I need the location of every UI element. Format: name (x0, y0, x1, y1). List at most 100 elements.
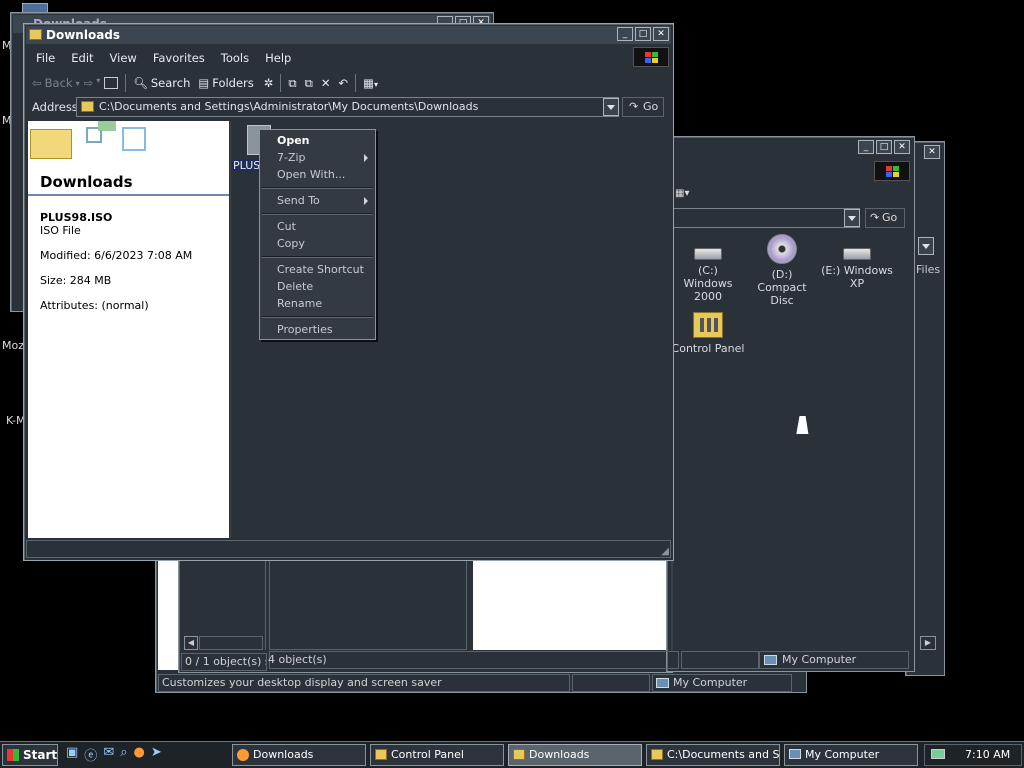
task-downloads-2[interactable]: Downloads (508, 744, 642, 766)
undo-icon[interactable]: ↶ (338, 76, 348, 90)
minimize-button[interactable]: _ (617, 27, 633, 41)
forward-button[interactable]: ⇨ ▾ (84, 76, 101, 90)
address-field[interactable] (673, 208, 860, 228)
menu-item-7zip[interactable]: 7-Zip (261, 149, 374, 166)
drive-d[interactable]: (D:) Compact Disc (747, 234, 817, 307)
menu-item-create-shortcut[interactable]: Create Shortcut (261, 261, 374, 278)
computer-icon (789, 749, 801, 759)
drive-e[interactable]: (E:) Windows XP (821, 242, 893, 290)
back-label: Back (44, 76, 73, 90)
menu-favorites[interactable]: Favorites (145, 48, 213, 68)
downloads-status-bar (26, 540, 671, 558)
menu-item-send-to-label: Send To (277, 194, 320, 207)
menu-item-open[interactable]: Open (261, 132, 374, 149)
go-label: Go (882, 211, 898, 224)
status-spacer (572, 674, 650, 692)
move-to-icon[interactable]: ⧉ (288, 76, 296, 91)
close-button[interactable]: ✕ (894, 140, 910, 154)
resize-grip-icon[interactable]: ◢ (661, 546, 669, 557)
menu-item-send-to[interactable]: Send To (261, 192, 374, 209)
folders-button[interactable]: ▤ Folders (198, 76, 253, 90)
computer-icon (764, 655, 777, 665)
maximize-button[interactable]: □ (635, 27, 651, 41)
clock[interactable]: 7:10 AM (965, 745, 1010, 765)
network-icon[interactable] (931, 749, 945, 759)
menu-item-rename[interactable]: Rename (261, 295, 374, 312)
folder-icon (513, 749, 525, 760)
address-field[interactable]: C:\Documents and Settings\Administrator\… (76, 97, 619, 117)
control-panel-icon (693, 312, 723, 338)
dropdown-button[interactable] (918, 237, 934, 255)
go-button[interactable]: ↷ Go (865, 208, 905, 228)
internet-explorer-icon[interactable]: ⓔ (84, 745, 97, 764)
menu-file[interactable]: File (28, 48, 63, 68)
close-button[interactable]: ✕ (924, 145, 940, 159)
close-button[interactable]: ✕ (653, 27, 669, 41)
toolbar-separator (355, 74, 357, 92)
file-size: Size: 284 MB (40, 274, 112, 287)
scroll-right-arrow[interactable]: ▶ (920, 636, 936, 650)
folder-banner-graphic (28, 121, 229, 171)
white-panel (158, 558, 180, 670)
up-folder-icon[interactable] (104, 77, 119, 89)
quick-launch: ▣ ⓔ ✉ ⌕ ● ➤ (66, 745, 162, 764)
file-type: ISO File (40, 224, 81, 237)
files-label-fragment: Files (916, 263, 941, 276)
system-tray: 7:10 AM (924, 744, 1022, 766)
scroll-left-arrow[interactable]: ◀ (184, 636, 198, 650)
maximize-button[interactable]: □ (876, 140, 892, 154)
views-icon[interactable]: ▦▾ (675, 188, 689, 199)
drive-c-label: (C:) Windows 2000 (683, 264, 733, 303)
menu-separator (262, 256, 373, 258)
menu-item-delete[interactable]: Delete (261, 278, 374, 295)
hard-drive-icon (843, 248, 871, 260)
outlook-icon[interactable]: ✉ (103, 745, 114, 764)
go-label: Go (643, 100, 659, 113)
search-icon: 🔍︎ (133, 76, 148, 90)
views-icon[interactable]: ▦▾ (363, 76, 378, 90)
task-label: C:\Documents and S... (667, 748, 780, 761)
history-icon[interactable]: ✲ (264, 76, 274, 90)
address-dropdown-button[interactable] (603, 98, 619, 116)
windows-logo-icon (633, 47, 669, 67)
task-my-computer[interactable]: My Computer (784, 744, 918, 766)
telegram-icon[interactable]: ➤ (151, 745, 162, 764)
copy-to-icon[interactable]: ⧉ (305, 76, 313, 91)
task-control-panel[interactable]: Control Panel (370, 744, 504, 766)
computer-icon (656, 678, 669, 688)
menu-item-open-with[interactable]: Open With... (261, 166, 374, 183)
firefox-icon[interactable]: ● (134, 745, 145, 764)
drive-e-label: (E:) Windows XP (821, 264, 893, 290)
show-desktop-icon[interactable]: ▣ (66, 745, 78, 764)
search-button[interactable]: 🔍︎ Search (133, 76, 190, 90)
delete-icon[interactable]: ✕ (321, 76, 331, 90)
task-downloads-1[interactable]: Downloads (232, 744, 366, 766)
start-button[interactable]: Start (2, 744, 58, 766)
back-button[interactable]: ⇦ Back ▾ (32, 76, 80, 90)
menu-help[interactable]: Help (257, 48, 299, 68)
menu-separator (262, 187, 373, 189)
folder-icon (81, 101, 94, 112)
drive-c[interactable]: (C:) Windows 2000 (673, 242, 743, 303)
search-label: Search (150, 76, 191, 90)
windows-flag-icon (7, 749, 19, 761)
menu-item-copy[interactable]: Copy (261, 235, 374, 252)
task-documents[interactable]: C:\Documents and S... (646, 744, 780, 766)
menu-tools[interactable]: Tools (213, 48, 257, 68)
minimize-button[interactable]: _ (858, 140, 874, 154)
folders-icon: ▤ (198, 76, 210, 90)
address-dropdown-button[interactable] (844, 209, 860, 227)
task-label: My Computer (805, 748, 880, 761)
menu-view[interactable]: View (102, 48, 145, 68)
toolbar-separator (125, 74, 127, 92)
menu-edit[interactable]: Edit (63, 48, 101, 68)
mycomputer-window[interactable]: _ □ ✕ ▦▾ ↷ Go (C:) Windows 2000 (D:) Com… (269, 136, 915, 672)
search-icon[interactable]: ⌕ (120, 745, 127, 764)
downloads-titlebar[interactable]: Downloads (26, 26, 671, 44)
scrollbar-track[interactable] (199, 636, 263, 650)
control-panel-icon (375, 749, 387, 760)
control-panel[interactable]: Control Panel (671, 312, 745, 355)
go-button[interactable]: ↷ Go (622, 97, 664, 117)
menu-item-cut[interactable]: Cut (261, 218, 374, 235)
menu-item-properties[interactable]: Properties (261, 321, 374, 338)
